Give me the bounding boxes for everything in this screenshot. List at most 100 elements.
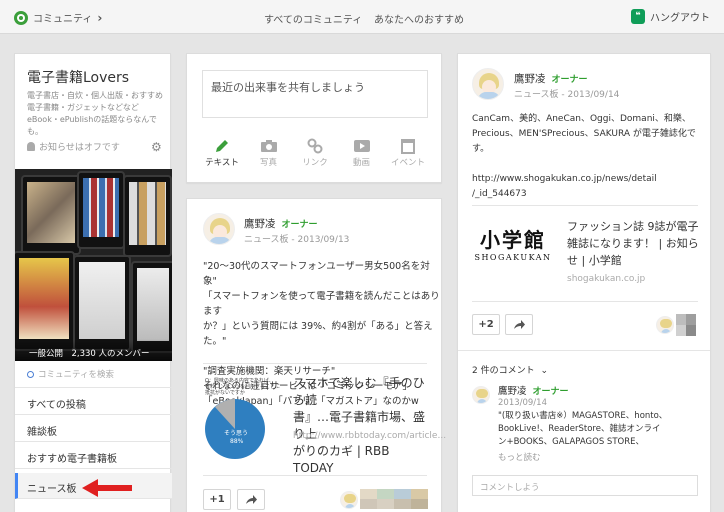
post-author[interactable]: 鷹野凌 オーナー bbox=[244, 216, 318, 231]
comment-avatar[interactable] bbox=[472, 386, 490, 404]
camera-icon bbox=[260, 140, 277, 152]
avatar[interactable] bbox=[472, 68, 504, 100]
community-card: 電子書籍Lovers 電子書店・自炊・個人出版・おすすめ電子書籍・ガジェットなど… bbox=[14, 53, 172, 512]
post-body: CanCam、美的、AneCan、Oggi、Domani、和樂、 Preciou… bbox=[472, 112, 696, 202]
community-title: 電子書籍Lovers bbox=[27, 70, 130, 86]
divider bbox=[458, 350, 710, 351]
divider bbox=[203, 475, 427, 476]
link-title[interactable]: スマホで楽しむ『手のひら読 書』…電子書籍市場、盛り上 がりのカギ | RBB … bbox=[293, 375, 433, 477]
share-button[interactable] bbox=[237, 489, 265, 510]
post-line: "20〜30代のスマートフォンユーザー男女500名を対象" bbox=[203, 261, 430, 287]
community-nav[interactable]: コミュニティ › bbox=[14, 10, 102, 25]
comments-toggle[interactable]: 2 件のコメント ⌄ bbox=[472, 363, 548, 376]
chart-question: Q：興味のある内容であれば、 bbox=[205, 377, 274, 384]
plus-one-button[interactable]: +1 bbox=[203, 489, 231, 510]
search-placeholder: コミュニティを検索 bbox=[38, 370, 114, 380]
chart-question-2: 有料コンテンツを利用することに bbox=[205, 383, 280, 390]
notify-label: お知らせはオフです bbox=[39, 143, 120, 153]
category-all-posts[interactable]: すべての投稿 bbox=[15, 389, 172, 415]
owner-badge: オーナー bbox=[532, 387, 569, 397]
blurred-avatars bbox=[360, 489, 428, 509]
share-link-label: リンク bbox=[302, 158, 328, 168]
notification-toggle[interactable]: お知らせはオフです bbox=[27, 140, 120, 153]
link-icon bbox=[307, 138, 323, 154]
hangout-label: ハングアウト bbox=[650, 13, 710, 24]
gear-icon[interactable]: ⚙ bbox=[151, 140, 162, 154]
comments-count: 2 件のコメント bbox=[472, 366, 535, 376]
nav-all-communities[interactable]: すべてのコミュニティ bbox=[264, 11, 362, 26]
category-recommended-ebooks[interactable]: おすすめ電子書籍板 bbox=[15, 443, 172, 469]
link-title-line: ファッション誌 9誌が電子 bbox=[567, 220, 699, 233]
share-text-button[interactable]: テキスト bbox=[202, 136, 242, 168]
link-title[interactable]: ファッション誌 9誌が電子 雑誌になります！ | お知ら せ | 小学館 bbox=[567, 218, 702, 269]
post-line: か？」という質問には 39%、約4割が「ある」と答えた。" bbox=[203, 321, 433, 347]
community-description: 電子書店・自炊・個人出版・おすすめ電子書籍・ガジェットなどなど eBook・eP… bbox=[27, 91, 163, 136]
chevron-right-icon: › bbox=[97, 10, 103, 25]
hangout-button[interactable]: ❝ ハングアウト bbox=[631, 9, 710, 24]
community-cover-photo: 一般公開 2,330 人のメンバー bbox=[15, 169, 172, 361]
search-icon bbox=[27, 370, 34, 378]
read-more-link[interactable]: もっと読む bbox=[498, 451, 541, 463]
post-link-line[interactable]: http://www.shogakukan.co.jp/news/detail bbox=[472, 172, 696, 187]
logo-main: 小学館 bbox=[480, 228, 546, 252]
calendar-icon bbox=[401, 139, 415, 154]
plusoner-avatar[interactable] bbox=[656, 316, 674, 334]
blurred-avatars bbox=[676, 314, 696, 336]
hangout-icon: ❝ bbox=[631, 9, 645, 24]
divider bbox=[203, 363, 427, 364]
chart-question-3: 抵抗がないですか bbox=[205, 389, 245, 396]
link-url[interactable]: http://www.rbbtoday.com/article... bbox=[293, 431, 446, 441]
link-title-line: せ | 小学館 bbox=[567, 254, 622, 267]
comment-line: BookLive!、ReaderStore、雑誌オンライ bbox=[498, 424, 661, 434]
post-card: 鷹野凌 オーナー ニュース板 - 2013/09/13 "20〜30代のスマートフ… bbox=[186, 198, 446, 512]
avatar[interactable] bbox=[203, 213, 235, 245]
community-icon bbox=[14, 10, 28, 25]
share-text-label: テキスト bbox=[205, 158, 239, 168]
comment-author-name: 鷹野凌 bbox=[498, 386, 527, 397]
post-meta[interactable]: ニュース板 - 2013/09/14 bbox=[514, 87, 619, 100]
share-options: テキスト 写真 リンク 動画 イベント bbox=[202, 136, 428, 168]
post-line: す。 bbox=[472, 144, 490, 154]
plus-count-button[interactable]: +2 bbox=[472, 314, 500, 335]
community-label: コミュニティ bbox=[33, 14, 93, 25]
link-title-line: スマホで楽しむ『手のひら読 bbox=[293, 376, 425, 407]
link-url[interactable]: shogakukan.co.jp bbox=[567, 274, 645, 284]
post-line: CanCam、美的、AneCan、Oggi、Domani、和樂、 bbox=[472, 114, 691, 124]
post-author[interactable]: 鷹野凌 オーナー bbox=[514, 71, 588, 86]
post-link-line[interactable]: /_id_544673 bbox=[472, 187, 696, 202]
share-photo-button[interactable]: 写真 bbox=[249, 136, 289, 168]
category-chat[interactable]: 雑談板 bbox=[15, 416, 172, 442]
post-line-spacer bbox=[203, 349, 441, 364]
plusoner-avatar[interactable] bbox=[340, 491, 358, 509]
nav-recommended[interactable]: あなたへのおすすめ bbox=[374, 11, 464, 26]
chevron-down-icon: ⌄ bbox=[540, 366, 549, 376]
share-arrow-icon bbox=[514, 319, 525, 329]
comment-line: ン+BOOKS、GALAPAGOS STORE、 bbox=[498, 437, 644, 447]
share-event-button[interactable]: イベント bbox=[388, 136, 428, 168]
post-card: 鷹野凌 オーナー ニュース板 - 2013/09/14 CanCam、美的、Ane… bbox=[457, 53, 711, 512]
comment-body: "(取り扱い書店※）MAGASTORE、honto、 BookLive!、Rea… bbox=[498, 410, 667, 449]
comment-line: "(取り扱い書店※）MAGASTORE、honto、 bbox=[498, 411, 668, 421]
post-line: Precious、MEN'SPrecious、SAKURA が電子雑誌化で bbox=[472, 129, 696, 139]
divider bbox=[472, 301, 698, 302]
share-video-label: 動画 bbox=[352, 158, 370, 168]
share-photo-label: 写真 bbox=[259, 158, 277, 168]
share-video-button[interactable]: 動画 bbox=[342, 136, 382, 168]
community-search-input[interactable]: コミュニティを検索 bbox=[15, 361, 172, 388]
comment-author[interactable]: 鷹野凌 オーナー bbox=[498, 383, 569, 397]
shogakukan-logo[interactable]: 小学館 SHOGAKUKAN bbox=[473, 224, 553, 264]
share-input[interactable]: 最近の出来事を共有しましょう bbox=[202, 70, 428, 118]
logo-sub: SHOGAKUKAN bbox=[474, 253, 552, 262]
link-preview-image[interactable]: Q：興味のある内容であれば、 有料コンテンツを利用することに 抵抗がないですか … bbox=[203, 374, 283, 462]
share-event-label: イベント bbox=[390, 158, 425, 168]
pie-label: そう思う bbox=[224, 430, 248, 437]
share-box: 最近の出来事を共有しましょう テキスト 写真 リンク 動画 イベント bbox=[186, 53, 442, 183]
share-button[interactable] bbox=[505, 314, 533, 335]
comment-input[interactable]: コメントしよう bbox=[472, 475, 698, 496]
link-title-line: がりのカギ | RBB TODAY bbox=[293, 444, 390, 475]
bell-icon bbox=[27, 142, 35, 151]
video-icon bbox=[353, 140, 370, 152]
post-meta[interactable]: ニュース板 - 2013/09/13 bbox=[244, 232, 349, 245]
pie-value: 88% bbox=[230, 438, 244, 445]
share-link-button[interactable]: リンク bbox=[295, 136, 335, 168]
